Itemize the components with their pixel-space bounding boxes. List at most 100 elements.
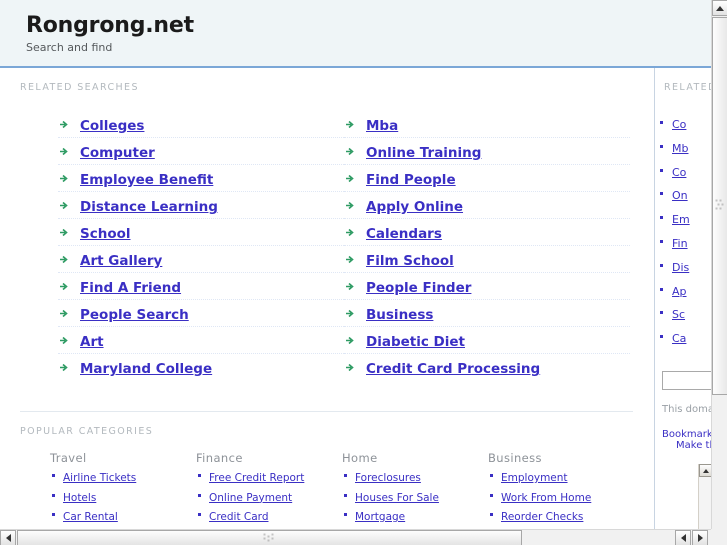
popular-category-link[interactable]: Car Rental [63, 511, 118, 523]
sidebar-link[interactable]: Co [672, 118, 686, 131]
sidebar-link-item[interactable]: Ap [656, 278, 711, 302]
sidebar-link-item[interactable]: Em [656, 206, 711, 230]
related-search-link[interactable]: Diabetic Diet [366, 334, 465, 350]
sidebar-link[interactable]: Ca [672, 332, 686, 345]
popular-category-item[interactable]: Work From Home [488, 489, 634, 505]
related-search-link[interactable]: Employee Benefit [80, 172, 213, 188]
popular-category-link[interactable]: Employment [501, 472, 568, 484]
sidebar-link-item[interactable]: Co [656, 159, 711, 183]
popular-category-link[interactable]: Reorder Checks [501, 511, 583, 523]
related-search-item[interactable]: Employee Benefit [58, 165, 344, 192]
popular-category-item[interactable]: Car Rental [50, 508, 196, 524]
scroll-left-button-secondary[interactable] [675, 530, 691, 545]
related-search-link[interactable]: Colleges [80, 118, 144, 134]
related-search-item[interactable]: Apply Online [344, 192, 630, 219]
scroll-up-button[interactable] [712, 0, 727, 16]
sidebar-search-input[interactable] [662, 370, 711, 390]
related-search-link[interactable]: Calendars [366, 226, 442, 242]
sidebar-link-item[interactable]: Sc [656, 301, 711, 325]
popular-category-item[interactable]: Reorder Checks [488, 508, 634, 524]
popular-category-link[interactable]: Mortgage [355, 511, 405, 523]
popular-category-link[interactable]: Online Payment [209, 492, 292, 504]
related-search-item[interactable]: Distance Learning [58, 192, 344, 219]
sidebar-link[interactable]: Mb [672, 142, 688, 155]
related-search-item[interactable]: Find People [344, 165, 630, 192]
popular-category-item[interactable]: Credit Card [196, 508, 342, 524]
related-search-link[interactable]: Computer [80, 145, 155, 161]
related-search-link[interactable]: Distance Learning [80, 199, 218, 215]
vertical-scrollbar-thumb[interactable] [712, 17, 727, 395]
related-search-item[interactable]: Colleges [58, 111, 344, 138]
related-search-item[interactable]: Credit Card Processing [344, 354, 630, 381]
sidebar-link-item[interactable]: Co [656, 111, 711, 135]
related-search-link[interactable]: Maryland College [80, 361, 212, 377]
related-search-item[interactable]: Film School [344, 246, 630, 273]
related-search-link[interactable]: People Search [80, 307, 189, 323]
related-search-item[interactable]: Mba [344, 111, 630, 138]
related-search-link[interactable]: Art Gallery [80, 253, 162, 269]
related-search-item[interactable]: Computer [58, 138, 344, 165]
popular-category-link[interactable]: Hotels [63, 492, 96, 504]
popular-category-link[interactable]: Credit Card [209, 511, 268, 523]
popular-category-item[interactable]: Mortgage [342, 508, 488, 524]
popular-category-item[interactable]: Free Credit Report [196, 469, 342, 485]
inner-scrollbar-track[interactable] [699, 477, 711, 529]
related-search-item[interactable]: People Search [58, 300, 344, 327]
related-search-item[interactable]: School [58, 219, 344, 246]
popular-category-link[interactable]: Houses For Sale [355, 492, 439, 504]
sidebar-link[interactable]: On [672, 189, 688, 202]
popular-category-link[interactable]: Work From Home [501, 492, 591, 504]
related-search-link[interactable]: Online Training [366, 145, 481, 161]
popular-category-item[interactable]: Airline Tickets [50, 469, 196, 485]
sidebar-link[interactable]: Sc [672, 308, 685, 321]
sidebar-link-item[interactable]: Mb [656, 135, 711, 159]
popular-category-link[interactable]: Foreclosures [355, 472, 421, 484]
related-search-link[interactable]: Find A Friend [80, 280, 181, 296]
horizontal-scrollbar[interactable] [0, 529, 727, 545]
related-search-link[interactable]: Apply Online [366, 199, 463, 215]
related-search-link[interactable]: Mba [366, 118, 398, 134]
inner-vertical-scrollbar[interactable] [698, 464, 711, 529]
related-search-item[interactable]: Art Gallery [58, 246, 344, 273]
square-bullet-icon [344, 513, 347, 516]
related-search-item[interactable]: Online Training [344, 138, 630, 165]
related-search-link[interactable]: Business [366, 307, 433, 323]
related-search-item[interactable]: Find A Friend [58, 273, 344, 300]
related-search-item[interactable]: Maryland College [58, 354, 344, 381]
related-search-link[interactable]: School [80, 226, 131, 242]
popular-category-item[interactable]: Online Payment [196, 489, 342, 505]
horizontal-scrollbar-thumb[interactable] [17, 530, 522, 545]
sidebar-link-item[interactable]: Fin [656, 230, 711, 254]
sidebar-link[interactable]: Fin [672, 237, 688, 250]
related-search-link[interactable]: Film School [366, 253, 454, 269]
related-search-item[interactable]: People Finder [344, 273, 630, 300]
sidebar-link-item[interactable]: Dis [656, 254, 711, 278]
related-search-link[interactable]: People Finder [366, 280, 471, 296]
related-search-link[interactable]: Art [80, 334, 104, 350]
bookmark-link[interactable]: Bookmark [662, 429, 711, 440]
sidebar-link[interactable]: Ap [672, 285, 687, 298]
popular-category-item[interactable]: Foreclosures [342, 469, 488, 485]
popular-category-item[interactable]: Hotels [50, 489, 196, 505]
make-homepage-link[interactable]: Make thi [662, 440, 711, 451]
sidebar-link[interactable]: Em [672, 213, 690, 226]
inner-scroll-up-button[interactable] [699, 464, 711, 477]
scroll-right-button[interactable] [692, 530, 708, 545]
popular-category-link[interactable]: Airline Tickets [63, 472, 136, 484]
related-search-link[interactable]: Find People [366, 172, 456, 188]
popular-category-link[interactable]: Free Credit Report [209, 472, 304, 484]
vertical-scrollbar[interactable] [711, 0, 727, 529]
sidebar-link[interactable]: Co [672, 166, 686, 179]
related-search-item[interactable]: Business [344, 300, 630, 327]
sidebar-link-item[interactable]: Ca [656, 325, 711, 349]
scroll-left-button[interactable] [0, 530, 16, 545]
popular-category-item[interactable]: Houses For Sale [342, 489, 488, 505]
related-search-item[interactable]: Art [58, 327, 344, 354]
related-search-item[interactable]: Calendars [344, 219, 630, 246]
related-search-item[interactable]: Diabetic Diet [344, 327, 630, 354]
related-search-link[interactable]: Credit Card Processing [366, 361, 540, 377]
sidebar-link[interactable]: Dis [672, 261, 689, 274]
popular-category-item[interactable]: Employment [488, 469, 634, 485]
popular-categories-section: POPULAR CATEGORIES Travel Airline Tickets… [0, 411, 654, 529]
sidebar-link-item[interactable]: On [656, 182, 711, 206]
